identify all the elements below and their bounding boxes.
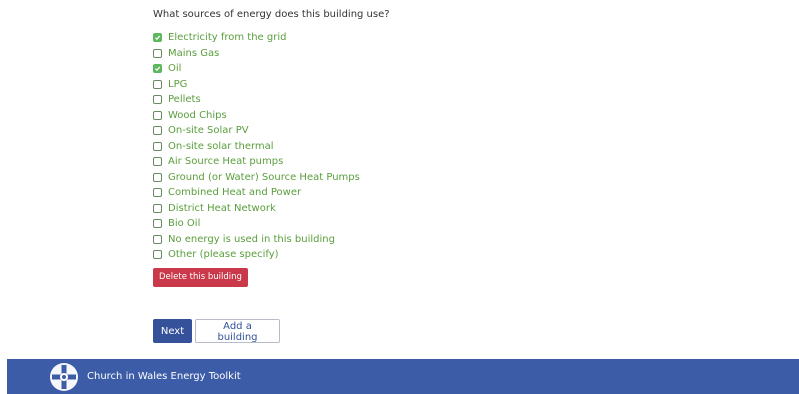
option-electricity-grid[interactable]: Electricity from the grid [153,30,573,46]
option-district-heat-network[interactable]: District Heat Network [153,201,573,217]
option-label: Ground (or Water) Source Heat Pumps [168,171,360,183]
option-solar-thermal[interactable]: On-site solar thermal [153,139,573,155]
checkbox[interactable] [153,219,162,229]
option-ground-source-heat-pumps[interactable]: Ground (or Water) Source Heat Pumps [153,170,573,186]
checkbox[interactable] [153,95,162,105]
option-label: Oil [168,63,182,75]
option-label: Wood Chips [168,109,227,121]
checkbox[interactable] [153,250,162,260]
option-label: District Heat Network [168,202,276,214]
option-no-energy[interactable]: No energy is used in this building [153,232,573,248]
option-lpg[interactable]: LPG [153,77,573,93]
delete-building-button[interactable]: Delete this building [153,268,248,287]
checkbox[interactable] [153,64,162,74]
option-label: No energy is used in this building [168,233,335,245]
checkbox[interactable] [153,203,162,213]
checkbox[interactable] [153,48,162,58]
option-pellets[interactable]: Pellets [153,92,573,108]
option-other[interactable]: Other (please specify) [153,247,573,263]
option-label: Combined Heat and Power [168,187,302,199]
question-label: What sources of energy does this buildin… [153,9,390,20]
option-mains-gas[interactable]: Mains Gas [153,46,573,62]
option-label: Mains Gas [168,47,220,59]
checkbox[interactable] [153,79,162,89]
option-oil[interactable]: Oil [153,61,573,77]
church-cross-logo-icon [50,363,78,391]
add-building-button[interactable]: Add a building [195,319,280,343]
checkbox[interactable] [153,33,162,43]
option-label: Electricity from the grid [168,32,287,44]
option-label: Pellets [168,94,201,106]
next-button[interactable]: Next [153,319,192,343]
option-wood-chips[interactable]: Wood Chips [153,108,573,124]
option-solar-pv[interactable]: On-site Solar PV [153,123,573,139]
option-combined-heat-power[interactable]: Combined Heat and Power [153,185,573,201]
option-label: Bio Oil [168,218,201,230]
option-label: On-site solar thermal [168,140,274,152]
energy-source-options: Electricity from the grid Mains Gas Oil … [153,30,573,263]
option-label: Other (please specify) [168,249,279,261]
energy-sources-form: What sources of energy does this buildin… [153,8,573,263]
checkbox[interactable] [153,172,162,182]
checkbox[interactable] [153,188,162,198]
option-bio-oil[interactable]: Bio Oil [153,216,573,232]
checkbox[interactable] [153,141,162,151]
option-air-source-heat-pumps[interactable]: Air Source Heat pumps [153,154,573,170]
option-label: Air Source Heat pumps [168,156,284,168]
checkbox[interactable] [153,234,162,244]
checkbox[interactable] [153,126,162,136]
footer: Church in Wales Energy Toolkit [7,359,799,394]
option-label: LPG [168,78,188,90]
option-label: On-site Solar PV [168,125,249,137]
checkbox[interactable] [153,110,162,120]
checkbox[interactable] [153,157,162,167]
footer-brand: Church in Wales Energy Toolkit [87,371,241,382]
